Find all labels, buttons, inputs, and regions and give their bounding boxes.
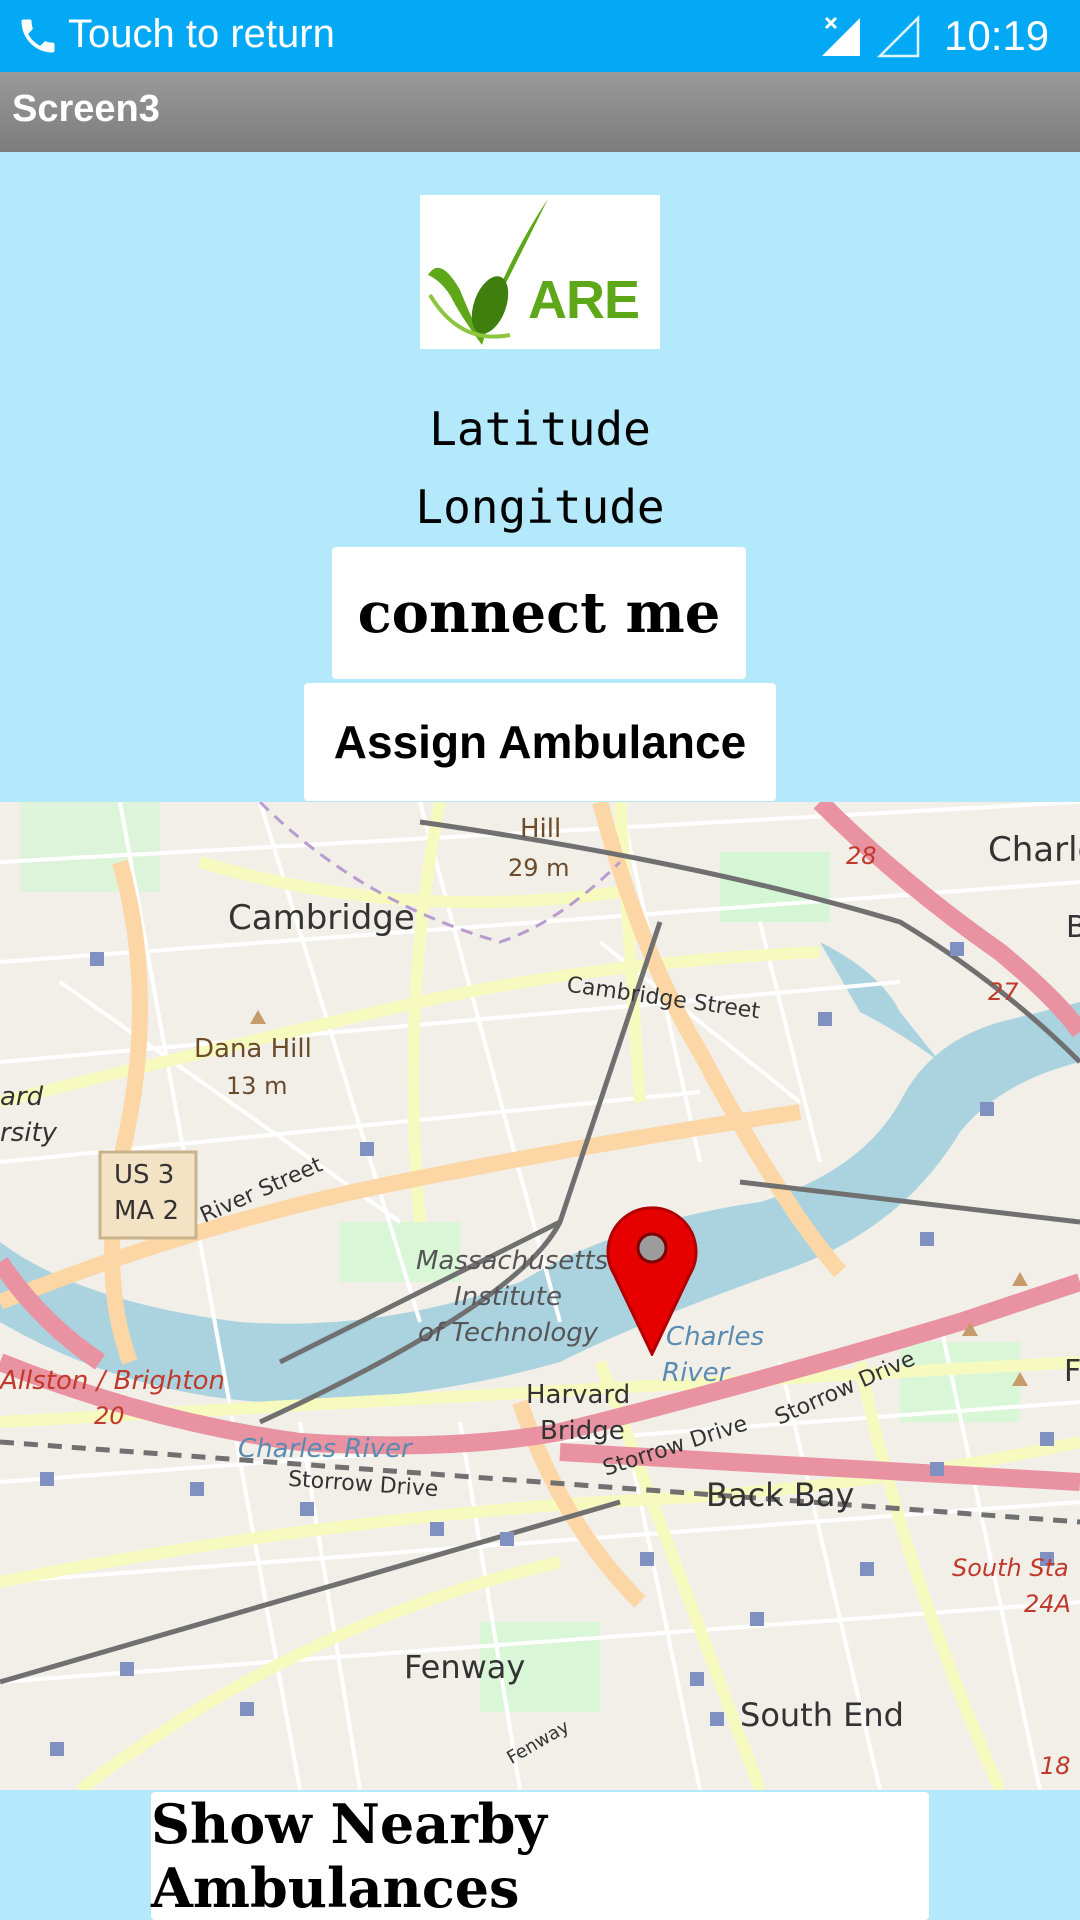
map-label-back-bay: Back Bay: [706, 1476, 855, 1514]
connect-me-button[interactable]: connect me: [332, 547, 746, 679]
map-label-fenway: Fenway: [404, 1648, 526, 1686]
screen-title: Screen3: [12, 88, 160, 130]
map-label-allston-number: 20: [94, 1402, 125, 1430]
map-label-harvard-bridge-2: Bridge: [540, 1416, 625, 1446]
status-clock: 10:19: [944, 12, 1050, 59]
logo-text: ARE: [528, 270, 640, 330]
map-view[interactable]: Cambridge Charle Hill 29 m Cambridge Str…: [0, 802, 1080, 1790]
map-label-us3: US 3: [114, 1160, 175, 1190]
signal-icon: [822, 16, 860, 56]
map-label-cambridge: Cambridge: [228, 898, 415, 938]
touch-to-return-text[interactable]: Touch to return: [68, 12, 335, 57]
map-label-charlestown: Charle: [988, 830, 1080, 870]
map-label-route-18: 18: [1040, 1752, 1071, 1780]
map-label-mit-1: Massachusetts: [416, 1246, 609, 1276]
latitude-label: Latitude: [429, 402, 651, 456]
status-bar: Touch to return 10:19: [0, 0, 1080, 72]
map-label-harvard-bridge-1: Harvard: [526, 1380, 631, 1410]
show-nearby-ambulances-button[interactable]: Show Nearby Ambulances: [151, 1792, 929, 1920]
signal-empty-icon: [876, 14, 920, 58]
map-label-ma2: MA 2: [114, 1196, 180, 1226]
longitude-label: Longitude: [415, 480, 665, 534]
map-label-route-27: 27: [988, 978, 1019, 1006]
map-label-dana-hill-elevation: 13 m: [226, 1072, 288, 1100]
app-logo: ARE: [420, 195, 660, 349]
map-label-south-station: South Sta: [952, 1554, 1069, 1582]
map-label-university-partial: rsity: [0, 1118, 58, 1148]
map-label-hill: Hill: [520, 814, 562, 844]
assign-ambulance-button[interactable]: Assign Ambulance: [304, 683, 776, 801]
map-label-edge-f: F: [1064, 1354, 1080, 1389]
map-label-charles-river-west: Charles River: [238, 1434, 412, 1464]
map-pin-icon[interactable]: [606, 1204, 698, 1356]
map-label-south-end: South End: [740, 1696, 904, 1734]
app-title-bar: Screen3: [0, 72, 1080, 152]
map-label-mit-2: Institute: [454, 1282, 562, 1312]
map-label-harvard-partial: ard: [0, 1082, 44, 1112]
map-label-dana-hill: Dana Hill: [194, 1034, 312, 1064]
map-label-edge-b: B: [1066, 910, 1080, 945]
map-label-allston-brighton: Allston / Brighton: [0, 1366, 225, 1396]
phone-icon[interactable]: [16, 14, 60, 58]
map-label-charles-river-2: River: [662, 1358, 730, 1388]
map-label-24a: 24A: [1024, 1590, 1071, 1618]
map-label-mit-3: of Technology: [418, 1318, 599, 1348]
map-label-route-28: 28: [846, 842, 877, 870]
map-label-hill-elevation: 29 m: [508, 854, 570, 882]
